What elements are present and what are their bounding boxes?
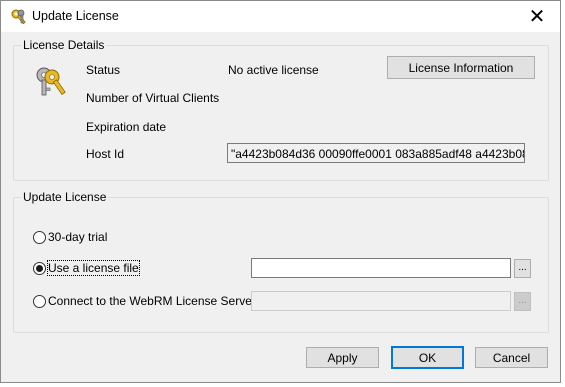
close-button[interactable]: ✕ <box>514 1 560 32</box>
keys-icon <box>11 9 26 25</box>
license-file-browse-button[interactable]: ... <box>514 259 531 278</box>
license-information-label: License Information <box>408 60 514 75</box>
status-value: No active license <box>228 63 319 77</box>
radio-selected-dot <box>36 265 43 272</box>
virtual-clients-label: Number of Virtual Clients <box>86 91 220 105</box>
trial-radio[interactable] <box>33 231 46 244</box>
license-file-radio[interactable] <box>33 262 46 275</box>
license-details-title: License Details <box>21 38 107 52</box>
license-file-option[interactable]: Use a license file <box>33 260 163 277</box>
keys-icon <box>36 67 66 96</box>
license-file-label: Use a license file <box>47 260 140 276</box>
license-information-button[interactable]: License Information <box>387 56 535 79</box>
host-id-field[interactable]: "a4423b084d36 00090ffe0001 083a885adf48 … <box>227 143 525 163</box>
apply-label: Apply <box>327 350 358 365</box>
expiration-date-label: Expiration date <box>86 120 167 134</box>
apply-button[interactable]: Apply <box>306 347 379 368</box>
license-server-label: Connect to the WebRM License Server <box>48 294 256 308</box>
license-server-input[interactable] <box>251 291 511 311</box>
license-server-radio[interactable] <box>33 295 46 308</box>
cancel-button[interactable]: Cancel <box>475 347 548 368</box>
ok-button[interactable]: OK <box>391 346 464 369</box>
status-label: Status <box>86 63 121 77</box>
license-server-option[interactable]: Connect to the WebRM License Server <box>33 294 256 310</box>
license-server-browse-button[interactable]: ... <box>514 292 531 311</box>
trial-option[interactable]: 30-day trial <box>33 230 153 246</box>
cancel-label: Cancel <box>492 350 531 365</box>
close-icon: ✕ <box>528 5 546 28</box>
title-bar: Update License ✕ <box>1 1 560 32</box>
license-file-input[interactable] <box>251 258 511 278</box>
update-license-title: Update License <box>21 190 109 204</box>
window-title: Update License <box>32 9 119 23</box>
update-license-dialog: Update License ✕ License Details Status … <box>0 0 561 383</box>
ok-label: OK <box>418 350 437 365</box>
trial-label: 30-day trial <box>48 230 108 244</box>
host-id-label: Host Id <box>86 147 125 161</box>
